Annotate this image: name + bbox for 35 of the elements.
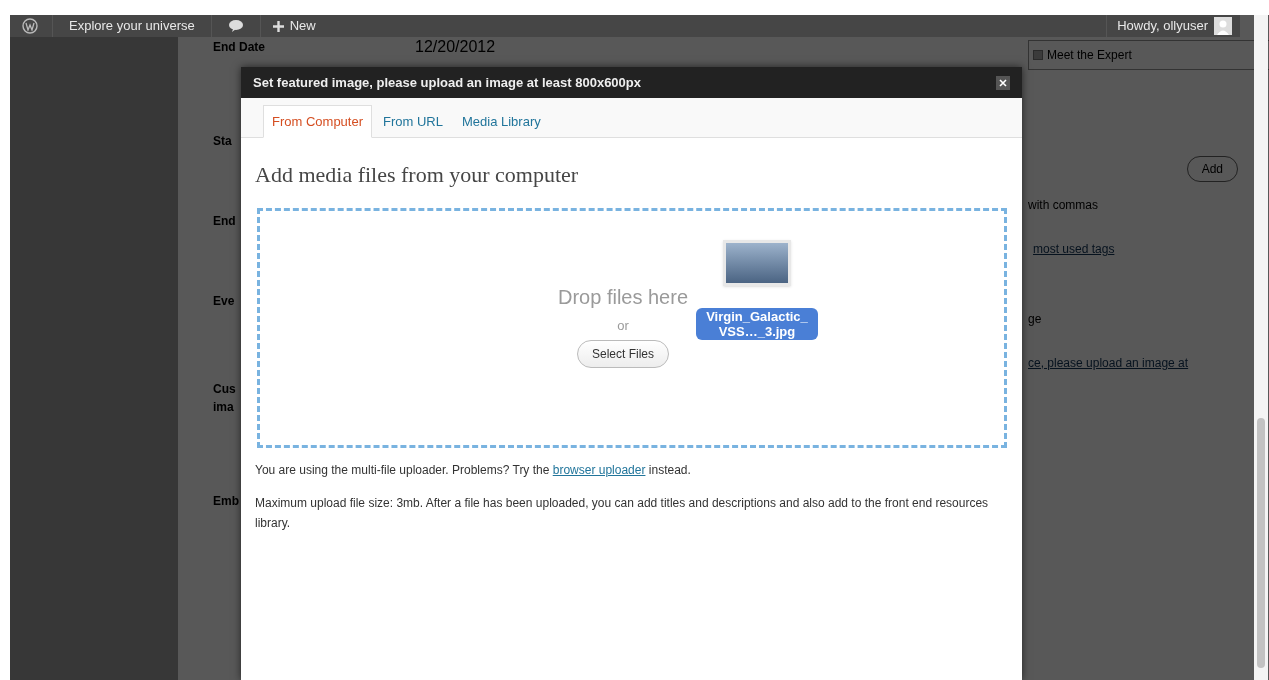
field-label: Emb (213, 493, 239, 509)
field-label: Sta (213, 133, 232, 149)
speech-bubble-icon[interactable] (227, 19, 244, 33)
close-icon (999, 78, 1007, 87)
site-name-link[interactable]: Explore your universe (69, 16, 195, 36)
new-button[interactable]: New (272, 16, 316, 36)
uploader-note: You are using the multi-file uploader. Problems? Try the browser uploader instead. (255, 462, 692, 479)
field-label: Eve (213, 293, 235, 309)
date-value: 12/20/2012 (415, 37, 496, 57)
size-note: Maximum upload file size: 3mb. After a file has been uploaded, you can add titles and descriptions and also add to the front end resources library. (255, 495, 990, 532)
wordpress-logo-icon[interactable] (22, 18, 38, 34)
greeting-link[interactable]: Howdy, ollyuser (1117, 16, 1208, 36)
field-label: ima (213, 399, 234, 415)
category-label: Meet the Expert (1047, 47, 1132, 64)
field-label: End Date (213, 39, 265, 56)
section-heading: Add media files from your computer (255, 161, 580, 189)
tab[interactable]: Media Library (454, 105, 549, 138)
photo-placeholder (722, 240, 791, 287)
drop-instruction: Drop files here (557, 285, 689, 311)
close-button[interactable] (996, 75, 1010, 90)
tab[interactable]: From URL (375, 105, 451, 138)
modal-title: Set featured image, please upload an image at least 800x600px (253, 73, 642, 92)
plus-icon (272, 20, 284, 32)
drop-zone[interactable]: Drop files here or Select Files Virgin_Galactic_VSS…_3.jpg (257, 208, 1007, 448)
category-checkbox[interactable] (1033, 50, 1043, 60)
tags-hint: with commas (1028, 197, 1098, 214)
scrollbar-thumb[interactable] (1257, 418, 1265, 668)
select-files-button[interactable]: Select Files (577, 339, 669, 368)
browser-uploader-link[interactable]: browser uploader (552, 463, 646, 477)
tab[interactable]: From Computer (263, 105, 373, 138)
dragged-file-label: Virgin_Galactic_VSS…_3.jpg (695, 308, 818, 341)
field-label: End (213, 213, 236, 229)
or-label: or (617, 317, 629, 336)
field-label: Cus (213, 381, 236, 397)
box-title: ge (1028, 311, 1042, 328)
